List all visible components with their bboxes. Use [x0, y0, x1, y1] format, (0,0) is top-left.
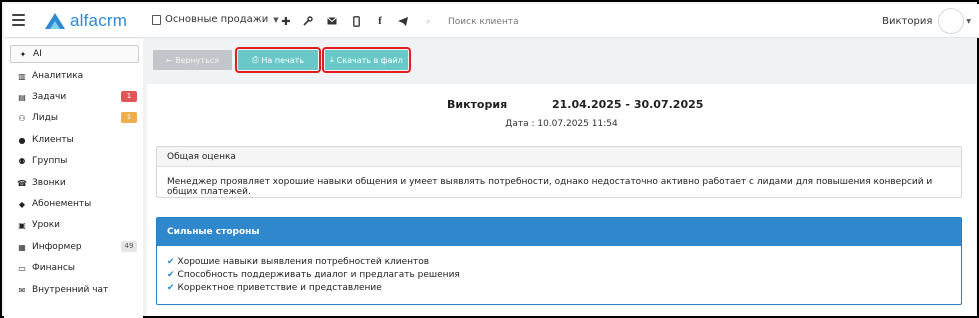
sidebar-item-label: Внутренний чат: [32, 285, 109, 295]
informer-count-badge: 49: [121, 241, 137, 252]
sidebar-item-leads[interactable]: ⚇ Лиды 1: [10, 109, 139, 127]
check-icon: ✔: [167, 283, 175, 293]
sidebar-item-subscriptions[interactable]: ◆ Абонементы: [10, 195, 139, 213]
sidebar-item-internal-chat[interactable]: ✉ Внутренний чат: [10, 281, 139, 299]
search-icon: ⌕: [426, 16, 432, 27]
sidebar-item-informer[interactable]: ▦ Информер 49: [10, 238, 139, 256]
strengths-panel: Сильные стороны ✔ Хорошие навыки выявлени…: [156, 217, 962, 305]
sidebar-item-calls[interactable]: ☎ Звонки: [10, 174, 139, 192]
plus-icon[interactable]: ✚: [279, 14, 293, 28]
sidebar-item-label: Клиенты: [32, 135, 74, 145]
check-icon: ✔: [167, 270, 175, 280]
chevron-down-icon: ▼: [966, 17, 971, 25]
client-search[interactable]: ⌕: [426, 13, 626, 30]
sidebar-item-tasks[interactable]: ▤ Задачи 1: [10, 88, 139, 106]
money-icon: ▭: [18, 263, 26, 273]
logo-mark-icon: [45, 13, 65, 29]
sidebar: ✦ AI ▥ Аналитика ▤ Задачи 1 ⚇ Лиды 1 ● К…: [4, 39, 143, 318]
user-menu[interactable]: Виктория ▼: [882, 8, 971, 34]
download-button[interactable]: ⤓ Скачать в файл: [322, 47, 411, 73]
leads-count-badge: 1: [121, 112, 137, 123]
list-icon: ▦: [18, 242, 26, 252]
printer-icon: ⎙: [251, 55, 259, 64]
sidebar-item-label: Лиды: [32, 113, 58, 123]
report-toolbar: ← Вернуться ⎙ На печать ⤓ Скачать в файл: [145, 47, 976, 73]
sidebar-item-label: Информер: [32, 242, 82, 252]
facebook-icon[interactable]: f: [373, 14, 387, 28]
sidebar-item-clients[interactable]: ● Клиенты: [10, 131, 139, 149]
sidebar-item-label: Аналитика: [32, 71, 84, 81]
panel-title: Сильные стороны: [157, 218, 961, 246]
report-employee-name: Виктория: [447, 98, 508, 111]
mobile-icon[interactable]: [349, 14, 363, 28]
strength-text: Способность поддерживать диалог и предла…: [177, 270, 460, 280]
sparkle-icon: ✦: [19, 49, 27, 59]
tag-icon: ◆: [18, 199, 26, 209]
calendar-icon: ▣: [18, 220, 26, 230]
users-icon: ⚉: [18, 156, 26, 166]
download-button-label: Скачать в файл: [336, 55, 403, 65]
map-icon: ▥: [18, 71, 26, 81]
clipboard-icon: ▤: [18, 92, 26, 102]
mail-icon[interactable]: [325, 14, 339, 28]
strengths-list: ✔ Хорошие навыки выявления потребностей к…: [157, 246, 961, 305]
report-card: Виктория 21.04.2025 - 30.07.2025 Дата : …: [147, 84, 976, 316]
branch-selector[interactable]: Основные продажи ▼: [152, 14, 279, 25]
check-icon: ✔: [167, 257, 175, 267]
menu-icon[interactable]: [12, 14, 25, 26]
avatar: [938, 8, 965, 34]
list-item: ✔ Корректное приветствие и представление: [167, 282, 951, 295]
logo-text: alfacrm: [70, 11, 128, 30]
app-frame: alfacrm Основные продажи ▼ ✚ f ⌕ Виктори…: [0, 0, 979, 318]
report-date: Дата : 10.07.2025 11:54: [505, 119, 618, 129]
panel-title: Общая оценка: [157, 147, 961, 167]
chevron-down-icon: ▼: [273, 15, 279, 24]
sidebar-item-label: Группы: [32, 156, 68, 166]
sidebar-item-label: Задачи: [32, 92, 67, 102]
download-icon: ⤓: [330, 55, 334, 64]
top-bar: alfacrm Основные продажи ▼ ✚ f ⌕ Виктори…: [4, 4, 979, 38]
sidebar-item-label: Звонки: [32, 178, 66, 188]
telegram-icon[interactable]: [396, 14, 410, 28]
phone-icon: ☎: [17, 178, 27, 188]
list-item: ✔ Хорошие навыки выявления потребностей к…: [167, 256, 951, 269]
envelope-icon: ✉: [18, 285, 26, 295]
sidebar-item-label: Уроки: [32, 220, 60, 230]
report-date-range: 21.04.2025 - 30.07.2025: [552, 98, 704, 111]
sidebar-item-label: Финансы: [32, 263, 75, 273]
sidebar-item-analytics[interactable]: ▥ Аналитика: [10, 67, 139, 85]
wrench-icon[interactable]: [301, 14, 315, 28]
list-item: ✔ Способность поддерживать диалог и предл…: [167, 269, 951, 282]
branch-label: Основные продажи: [165, 14, 269, 25]
sidebar-item-finance[interactable]: ▭ Финансы: [10, 259, 139, 277]
back-button[interactable]: ← Вернуться: [153, 50, 232, 70]
main-content: ← Вернуться ⎙ На печать ⤓ Скачать в файл…: [145, 39, 976, 318]
user-plus-icon: ⚇: [18, 113, 26, 123]
sidebar-item-groups[interactable]: ⚉ Группы: [10, 152, 139, 170]
sidebar-item-label: AI: [33, 49, 42, 59]
print-button[interactable]: ⎙ На печать: [235, 47, 321, 73]
strength-text: Корректное приветствие и представление: [177, 283, 382, 293]
print-button-label: На печать: [261, 55, 305, 65]
building-icon: [152, 14, 161, 25]
overall-assessment-text: Менеджер проявляет хорошие навыки общени…: [167, 177, 933, 197]
search-input[interactable]: [448, 16, 618, 27]
user-name: Виктория: [882, 15, 933, 27]
sidebar-item-label: Абонементы: [32, 199, 92, 209]
sidebar-item-ai[interactable]: ✦ AI: [10, 45, 139, 63]
overall-assessment-panel: Общая оценка Менеджер проявляет хорошие …: [156, 146, 962, 198]
tasks-count-badge: 1: [121, 91, 137, 102]
strength-text: Хорошие навыки выявления потребностей кл…: [177, 257, 430, 267]
sidebar-item-lessons[interactable]: ▣ Уроки: [10, 216, 139, 234]
logo[interactable]: alfacrm: [44, 10, 127, 32]
user-icon: ●: [18, 135, 26, 145]
